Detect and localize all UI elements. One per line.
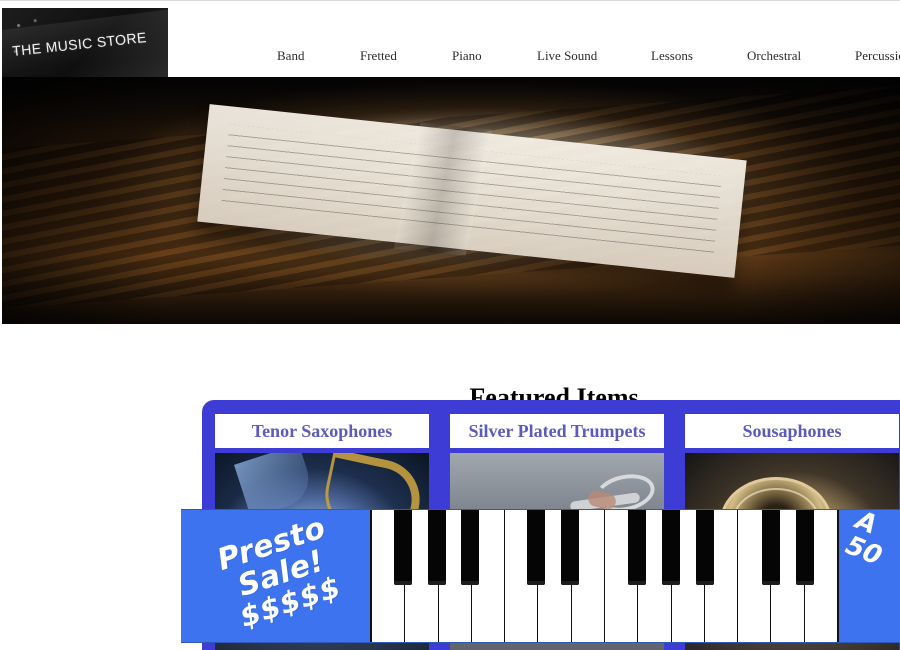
nav-live-sound[interactable]: Live Sound xyxy=(537,48,597,64)
featured-card-title[interactable]: Silver Plated Trumpets xyxy=(450,414,664,448)
black-key xyxy=(628,510,646,585)
site-header: THE MUSIC STORE Band Fretted Piano Live … xyxy=(0,1,900,78)
nav-orchestral[interactable]: Orchestral xyxy=(747,48,801,64)
nav-band[interactable]: Band xyxy=(277,48,304,64)
sheet-music xyxy=(197,104,747,278)
nav-piano[interactable]: Piano xyxy=(452,48,482,64)
featured-card-title[interactable]: Tenor Saxophones xyxy=(215,414,429,448)
page: THE MUSIC STORE Band Fretted Piano Live … xyxy=(0,0,900,650)
nav-lessons[interactable]: Lessons xyxy=(651,48,693,64)
piano-keyboard xyxy=(370,510,839,642)
sale-text-block: Presto Sale! $$$$$ xyxy=(184,510,381,642)
sale-right-text: A 50 xyxy=(843,510,900,642)
nav-fretted[interactable]: Fretted xyxy=(360,48,397,64)
black-key xyxy=(527,510,545,585)
black-key xyxy=(394,510,412,585)
black-key xyxy=(662,510,680,585)
presto-sale-banner[interactable]: Presto Sale! $$$$$ A 50 xyxy=(181,509,900,643)
sale-right-text-block: A 50 xyxy=(843,510,900,595)
black-key xyxy=(428,510,446,585)
store-logo[interactable]: THE MUSIC STORE xyxy=(2,8,168,78)
black-key xyxy=(461,510,479,585)
hero-image xyxy=(2,77,900,324)
featured-card-title[interactable]: Sousaphones xyxy=(685,414,899,448)
black-key xyxy=(696,510,714,585)
black-key xyxy=(796,510,814,585)
nav-percussion[interactable]: Percussion xyxy=(855,48,900,64)
main-nav: Band Fretted Piano Live Sound Lessons Or… xyxy=(0,48,900,66)
black-key xyxy=(762,510,780,585)
black-key xyxy=(561,510,579,585)
